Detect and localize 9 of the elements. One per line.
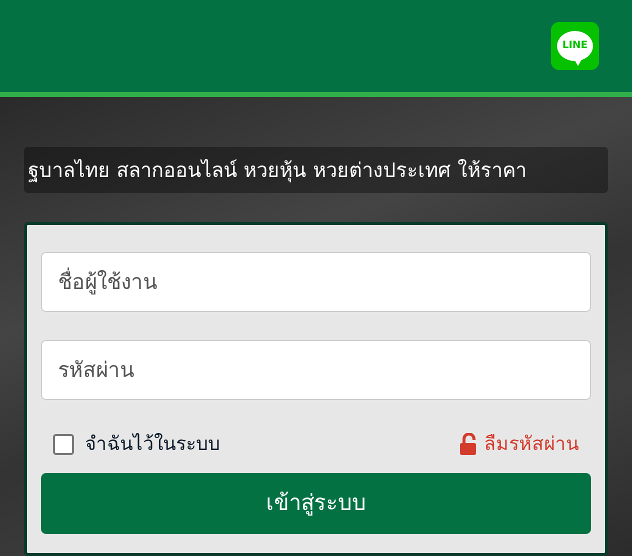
login-button[interactable]: เข้าสู่ระบบ [41,472,591,534]
remember-checkbox[interactable] [53,434,74,455]
forgot-password-link[interactable]: ลืมรหัสผ่าน [459,430,579,458]
remember-label: จำฉันไว้ในระบบ [85,432,220,457]
line-logo[interactable]: LINE [551,22,599,70]
password-field[interactable]: รหัสผ่าน [41,340,591,400]
unlock-icon [459,433,479,456]
marquee-text: ฐบาลไทย สลากออนไลน์ หวยหุ้น หวยต่างประเทศ ให้ราคา [24,147,608,193]
username-field[interactable]: ชื่อผู้ใช้งาน [41,252,591,312]
